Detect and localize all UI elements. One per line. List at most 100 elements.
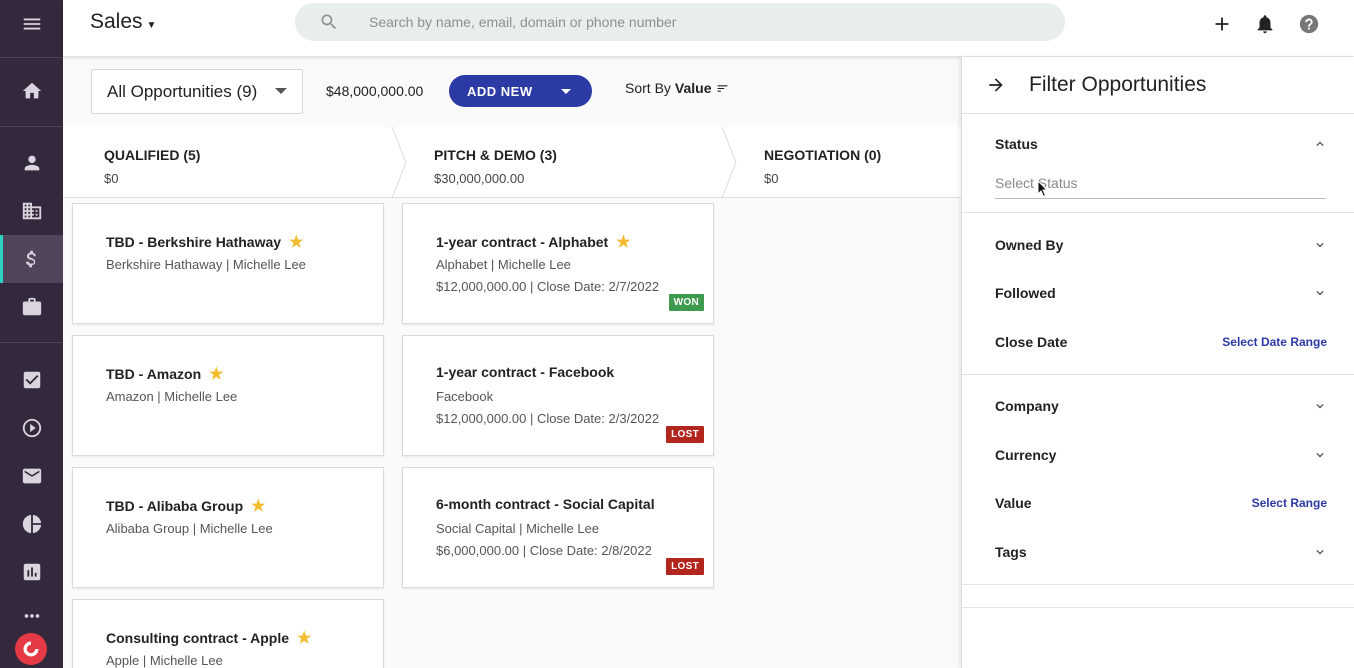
filter-company[interactable]: Company [995,394,1327,418]
opportunity-card[interactable]: TBD - Berkshire Hathaway ★ Berkshire Hath… [72,203,384,324]
opportunity-card[interactable]: 1-year contract - Alphabet ★ Alphabet | M… [402,203,714,324]
activity-play-icon[interactable] [0,404,63,452]
filter-label: Owned By [995,237,1064,253]
task-check-icon[interactable] [0,356,63,404]
card-title: Consulting contract - Apple [106,630,290,646]
app-title-dropdown[interactable]: Sales ▼ [90,10,156,34]
chevron-up-icon [1316,141,1324,146]
opportunity-card[interactable]: 6-month contract - Social Capital Social… [402,467,714,588]
arrow-right-icon[interactable] [986,75,1006,95]
filter-followed[interactable]: Followed [995,281,1327,305]
card-subtitle: Alphabet | Michelle Lee [436,257,571,272]
add-new-button[interactable]: ADD NEW [449,75,592,107]
search-input[interactable] [369,14,1009,30]
left-nav-rail [0,0,63,668]
card-subtitle: Berkshire Hathaway | Michelle Lee [106,257,306,272]
filter-label: Company [995,398,1059,414]
filter-label: Value [995,495,1032,511]
opportunity-card[interactable]: 1-year contract - Facebook Facebook $12,… [402,335,714,456]
star-icon[interactable]: ★ [616,232,630,252]
filter-label: Currency [995,447,1057,463]
home-icon[interactable] [0,67,63,115]
search-icon [321,14,337,30]
chevron-down-icon [1316,291,1324,296]
help-icon[interactable] [1295,11,1323,37]
person-icon[interactable] [0,139,63,187]
caret-down-icon[interactable] [561,89,571,94]
filter-label: Followed [995,285,1056,301]
chevron-down-icon [1316,453,1324,458]
dollar-icon[interactable] [0,235,63,283]
card-subtitle: Alibaba Group | Michelle Lee [106,521,273,536]
search-bar[interactable] [295,3,1065,41]
briefcase-icon[interactable] [0,283,63,331]
stage-amount: $0 [764,171,779,186]
sort-prefix: Sort By [625,80,671,96]
filter-close-date: Close Date Select Date Range [995,330,1327,354]
add-icon[interactable] [1208,11,1236,37]
star-icon[interactable]: ★ [289,232,303,252]
filter-owned-by[interactable]: Owned By [995,233,1327,257]
card-title: TBD - Alibaba Group [106,498,244,514]
card-subtitle: Facebook [436,389,494,404]
stage-amount: $0 [104,171,119,186]
stage-name: PITCH & DEMO (3) [434,147,557,163]
stage-pitch-demo[interactable]: PITCH & DEMO (3) $30,000,000.00 [393,127,737,198]
filter-label: Status [995,136,1038,152]
status-badge: LOST [666,558,704,575]
card-value-date: $6,000,000.00 | Close Date: 2/8/2022 [436,543,652,558]
opportunity-card[interactable]: TBD - Amazon ★ Amazon | Michelle Lee [72,335,384,456]
status-badge: LOST [666,426,704,443]
card-title: 6-month contract - Social Capital [436,496,655,512]
menu-icon[interactable] [0,0,63,48]
star-icon[interactable]: ★ [251,496,265,516]
filter-status-toggle[interactable]: Status [995,132,1327,156]
view-select-label: All Opportunities (9) [107,81,258,101]
filter-tags[interactable]: Tags [995,540,1327,564]
chevron-down-icon [1316,404,1324,409]
app-logo[interactable] [15,633,47,665]
opportunity-card[interactable]: Consulting contract - Apple ★ Apple | Mic… [72,599,384,668]
bar-chart-icon[interactable] [0,548,63,596]
filter-panel-title: Filter Opportunities [1029,73,1207,96]
caret-down-icon: ▼ [146,19,157,31]
total-value: $48,000,000.00 [326,83,424,99]
bell-icon[interactable] [1251,11,1279,37]
caret-down-icon [275,88,287,94]
star-icon[interactable]: ★ [297,628,311,648]
card-title: TBD - Amazon [106,366,202,382]
select-range-link[interactable]: Select Range [1252,496,1327,510]
mail-icon[interactable] [0,452,63,500]
stage-name: NEGOTIATION (0) [764,147,882,163]
select-date-range-link[interactable]: Select Date Range [1222,335,1327,349]
stage-negotiation[interactable]: NEGOTIATION (0) $0 [723,127,961,198]
sort-value: Value [674,80,712,96]
stage-name: QUALIFIED (5) [104,147,201,163]
company-icon[interactable] [0,187,63,235]
filter-label: Tags [995,544,1027,560]
card-title: TBD - Berkshire Hathaway [106,234,282,250]
card-subtitle: Apple | Michelle Lee [106,653,223,668]
app-title: Sales [90,10,143,33]
mouse-cursor-icon [1037,180,1049,198]
view-select[interactable]: All Opportunities (9) [91,69,303,114]
sort-icon [717,84,727,92]
divider [962,212,1354,213]
filter-panel-header: Filter Opportunities [962,57,1354,114]
filter-currency[interactable]: Currency [995,443,1327,467]
card-subtitle: Amazon | Michelle Lee [106,389,238,404]
pie-chart-icon[interactable] [0,500,63,548]
card-title: 1-year contract - Alphabet [436,234,609,250]
star-icon[interactable]: ★ [209,364,223,384]
top-bar: Sales ▼ [63,0,1354,57]
stage-amount: $30,000,000.00 [434,171,525,186]
divider [962,607,1354,608]
sort-control[interactable]: Sort By Value [625,80,729,96]
card-value-date: $12,000,000.00 | Close Date: 2/7/2022 [436,279,660,294]
card-value-date: $12,000,000.00 | Close Date: 2/3/2022 [436,411,660,426]
chevron-down-icon [1316,243,1324,248]
opportunity-card[interactable]: TBD - Alibaba Group ★ Alibaba Group | Mic… [72,467,384,588]
divider [962,584,1354,585]
stage-qualified[interactable]: QUALIFIED (5) $0 [63,127,407,198]
add-new-label: ADD NEW [467,83,533,99]
